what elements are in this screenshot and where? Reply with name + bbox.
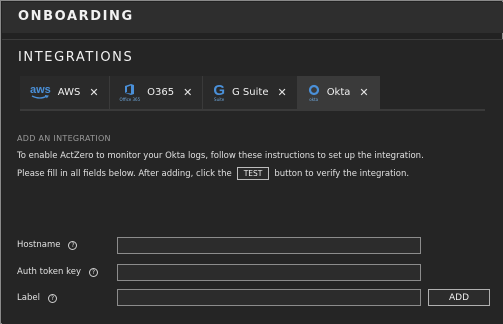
section-title: INTEGRATIONS [18,50,134,65]
close-icon[interactable]: ✕ [359,86,368,99]
tab-gsuite[interactable]: G Suite G Suite ✕ [203,76,298,109]
add-button[interactable]: ADD [428,289,490,306]
instruction-part: Please fill in all fields below. After a… [17,168,232,179]
hostname-label-text: Hostname [17,240,61,250]
close-icon[interactable]: ✕ [277,86,286,99]
help-icon[interactable]: ? [68,240,78,250]
office365-logo-icon: Office 365 [119,83,141,102]
hostname-label: Hostname ? [17,240,78,250]
auth-token-input[interactable] [117,264,421,281]
office-icon [125,84,135,95]
aws-logo-icon: aws [30,83,51,100]
gsuite-logo-icon: G Suite [213,81,225,102]
okta-logo-icon: okta [308,84,320,102]
tab-o365-label: O365 [147,87,175,98]
close-icon[interactable]: ✕ [89,86,98,99]
tab-gsuite-label: G Suite [232,87,269,98]
okta-ring-icon [308,84,319,95]
o365-logo-text: Office 365 [119,97,141,102]
hostname-input[interactable] [117,237,421,254]
tab-okta[interactable]: okta Okta ✕ [297,76,380,109]
page-title: ONBOARDING [18,9,134,24]
top-bar: ONBOARDING [2,2,503,33]
form-heading: ADD AN INTEGRATION [17,134,111,143]
tab-aws[interactable]: aws AWS ✕ [20,76,110,109]
close-icon[interactable]: ✕ [183,86,192,99]
tab-aws-label: AWS [57,87,81,98]
instruction-text: To enable ActZero to monitor your Okta l… [17,151,424,161]
gsuite-logo-letter: G [213,81,225,99]
aws-smile-icon [32,94,50,99]
label-field-label: Label ? [17,293,57,303]
okta-logo-text: okta [309,96,319,102]
auth-token-label-text: Auth token key [17,267,81,277]
instruction-text-2: Please fill in all fields below. After a… [17,167,409,180]
test-chip: TEST [236,167,270,180]
help-icon[interactable]: ? [88,267,98,277]
tab-okta-label: Okta [326,87,351,98]
aws-logo-text: aws [30,83,51,96]
integration-tabs: aws AWS ✕ Office 365 O365 ✕ G Suite G Su… [20,76,380,109]
label-field-label-text: Label [17,293,40,303]
auth-token-label: Auth token key ? [17,267,98,277]
app-window: ONBOARDING INTEGRATIONS aws AWS ✕ Office… [0,0,503,324]
tab-o365[interactable]: Office 365 O365 ✕ [109,76,204,109]
help-icon[interactable]: ? [47,293,57,303]
gsuite-logo-sub: Suite [214,96,225,102]
label-input[interactable] [117,289,421,306]
instruction-part: button to verify the integration. [274,168,410,179]
integrations-panel: INTEGRATIONS aws AWS ✕ Office 365 O365 ✕… [2,39,503,324]
tab-divider [20,109,485,111]
